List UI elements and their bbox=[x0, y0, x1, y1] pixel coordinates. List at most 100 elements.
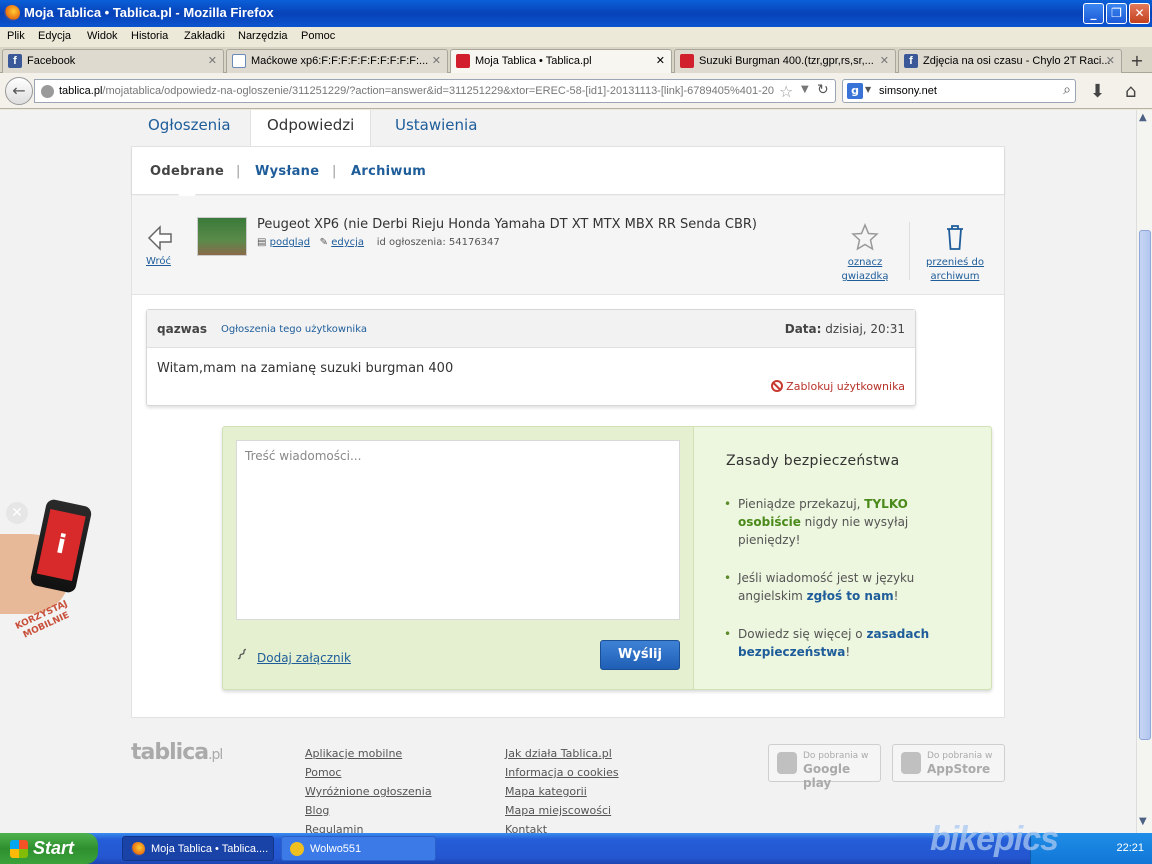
footer-link[interactable]: Jak działa Tablica.pl bbox=[505, 744, 619, 763]
scroll-down-icon[interactable]: ▼ bbox=[1139, 816, 1147, 827]
download-icon[interactable]: ⬇ bbox=[1090, 81, 1105, 102]
ad-summary: Wróć Peugeot XP6 (nie Derbi Rieju Honda … bbox=[132, 196, 1004, 295]
address-bar[interactable]: tablica.pl/mojatablica/odpowiedz-na-oglo… bbox=[34, 79, 836, 103]
footer-link[interactable]: Regulamin bbox=[305, 820, 432, 833]
new-tab-button[interactable]: + bbox=[1126, 51, 1148, 71]
footer-link[interactable]: Kontakt bbox=[505, 820, 619, 833]
start-button[interactable]: Start bbox=[0, 833, 98, 864]
report-link[interactable]: zgłoś to nam bbox=[807, 589, 894, 603]
navigation-bar: ← tablica.pl/mojatablica/odpowiedz-na-og… bbox=[0, 73, 1152, 109]
textarea-placeholder: Treść wiadomości... bbox=[245, 449, 362, 463]
footer-link[interactable]: Aplikacje mobilne bbox=[305, 744, 432, 763]
footer-link[interactable]: Mapa miejscowości bbox=[505, 801, 619, 820]
tab-mackowe[interactable]: Maćkowe xp6:F:F:F:F:F:F:F:F:F:F:... ✕ bbox=[226, 49, 448, 73]
tab-facebook[interactable]: f Facebook ✕ bbox=[2, 49, 224, 73]
close-tab-icon[interactable]: ✕ bbox=[656, 54, 665, 67]
ad-thumbnail[interactable] bbox=[197, 217, 247, 256]
taskbar-item-firefox[interactable]: Moja Tablica • Tablica.... bbox=[122, 836, 274, 861]
edit-link[interactable]: edycja bbox=[331, 237, 364, 248]
scrollbar-thumb[interactable] bbox=[1139, 230, 1151, 740]
reply-form: Treść wiadomości... ⌇ Dodaj załącznik Wyś… bbox=[222, 426, 992, 690]
footer-link[interactable]: Pomoc bbox=[305, 763, 432, 782]
footer-link[interactable]: Informacja o cookies bbox=[505, 763, 619, 782]
badge-title: AppStore bbox=[927, 762, 991, 776]
watermark: bikepics bbox=[930, 820, 1059, 858]
url-text[interactable]: tablica.pl/mojatablica/odpowiedz-na-oglo… bbox=[59, 85, 775, 97]
menu-plik[interactable]: Plik bbox=[7, 30, 25, 42]
safety-tip: Dowiedz się więcej o zasadach bezpieczeń… bbox=[724, 625, 974, 661]
search-bar[interactable]: g ▼ simsony.net ⌕ bbox=[842, 79, 1076, 103]
url-dropdown-icon[interactable]: ▼ bbox=[801, 84, 809, 95]
search-icon[interactable]: ⌕ bbox=[1063, 82, 1071, 98]
badge-caption: Do pobrania w bbox=[927, 751, 993, 761]
safety-title: Zasady bezpieczeństwa bbox=[726, 453, 900, 469]
close-tab-icon[interactable]: ✕ bbox=[208, 54, 217, 67]
close-promo-icon[interactable]: ✕ bbox=[6, 502, 28, 524]
close-window-button[interactable]: ✕ bbox=[1129, 3, 1150, 24]
taskbar-item-chat[interactable]: Wolwo551 bbox=[281, 836, 436, 861]
menu-edycja[interactable]: Edycja bbox=[38, 30, 71, 42]
tab-suzuki-burgman[interactable]: Suzuki Burgman 400.(tzr,gpr,rs,sr,... ✕ bbox=[674, 49, 896, 73]
close-tab-icon[interactable]: ✕ bbox=[880, 54, 889, 67]
sub-tabs: Odebrane | Wysłane | Archiwum bbox=[132, 147, 1004, 195]
close-tab-icon[interactable]: ✕ bbox=[432, 54, 441, 67]
bookmark-star-icon[interactable]: ☆ bbox=[779, 82, 793, 101]
back-button[interactable]: ← bbox=[5, 77, 33, 105]
mobile-promo[interactable]: ✕ i KORZYSTAJ MOBILNIE bbox=[0, 498, 100, 660]
subtab-wyslane[interactable]: Wysłane bbox=[255, 164, 319, 179]
tab-label: Zdjęcia na osi czasu - Chylo 2T Raci... bbox=[923, 55, 1111, 67]
reload-icon[interactable]: ↻ bbox=[817, 82, 829, 98]
menu-narzedzia[interactable]: Narzędzia bbox=[238, 30, 288, 42]
start-label: Start bbox=[33, 838, 75, 858]
tab-odpowiedzi[interactable]: Odpowiedzi bbox=[250, 110, 372, 146]
subtab-archiwum[interactable]: Archiwum bbox=[351, 164, 426, 179]
block-user-link[interactable]: Zablokuj użytkownika bbox=[771, 380, 905, 393]
tab-zdjecia[interactable]: f Zdjęcia na osi czasu - Chylo 2T Raci..… bbox=[898, 49, 1122, 73]
preview-link[interactable]: podgląd bbox=[270, 237, 310, 248]
ad-meta: ▤ podgląd ✎ edycja id ogłoszenia: 541763… bbox=[257, 237, 500, 248]
close-tab-icon[interactable]: ✕ bbox=[1106, 54, 1115, 67]
paperclip-icon: ⌇ bbox=[232, 644, 251, 665]
google-icon[interactable]: g bbox=[847, 83, 863, 99]
scroll-up-icon[interactable]: ▲ bbox=[1139, 112, 1147, 123]
home-icon[interactable]: ⌂ bbox=[1125, 81, 1136, 102]
sender-name: qazwas bbox=[157, 322, 207, 336]
message-textarea[interactable]: Treść wiadomości... bbox=[236, 440, 680, 620]
ad-title[interactable]: Peugeot XP6 (nie Derbi Rieju Honda Yamah… bbox=[257, 217, 757, 232]
footer-link[interactable]: Mapa kategorii bbox=[505, 782, 619, 801]
minimize-button[interactable]: _ bbox=[1083, 3, 1104, 24]
back-arrow-icon[interactable] bbox=[146, 224, 174, 252]
google-play-badge[interactable]: Do pobrania w Google play bbox=[768, 744, 881, 790]
footer-link[interactable]: Blog bbox=[305, 801, 432, 820]
menu-pomoc[interactable]: Pomoc bbox=[301, 30, 335, 42]
archive-button[interactable]: przenieś do archiwum bbox=[920, 223, 990, 284]
star-label: oznacz bbox=[847, 257, 883, 268]
search-input[interactable]: simsony.net bbox=[879, 85, 937, 97]
footer-logo[interactable]: tablica.pl bbox=[131, 740, 223, 765]
taskbar-item-label: Wolwo551 bbox=[310, 843, 362, 855]
tab-ogloszenia[interactable]: Ogłoszenia bbox=[132, 110, 247, 146]
vertical-scrollbar[interactable]: ▲ ▼ bbox=[1136, 110, 1152, 833]
safety-tip: Jeśli wiadomość jest w języku angielskim… bbox=[724, 569, 974, 605]
message-header: qazwas Ogłoszenia tego użytkownika Data:… bbox=[147, 310, 915, 348]
tab-moja-tablica[interactable]: Moja Tablica • Tablica.pl ✕ bbox=[450, 49, 672, 74]
user-ads-link[interactable]: Ogłoszenia tego użytkownika bbox=[221, 324, 367, 335]
star-button[interactable]: oznacz gwiazdką bbox=[836, 223, 894, 284]
maximize-button[interactable]: ❐ bbox=[1106, 3, 1127, 24]
send-button[interactable]: Wyślij bbox=[600, 640, 680, 670]
menu-historia[interactable]: Historia bbox=[131, 30, 168, 42]
taskbar-item-label: Moja Tablica • Tablica.... bbox=[151, 843, 269, 855]
app-store-badge[interactable]: Do pobrania w AppStore bbox=[892, 744, 1005, 782]
search-engine-dropdown-icon[interactable]: ▼ bbox=[865, 85, 871, 94]
separator: | bbox=[236, 164, 241, 179]
subtab-odebrane[interactable]: Odebrane bbox=[150, 164, 224, 179]
back-link[interactable]: Wróć bbox=[146, 256, 171, 267]
menu-widok[interactable]: Widok bbox=[87, 30, 118, 42]
facebook-icon: f bbox=[904, 54, 918, 68]
firefox-icon bbox=[131, 842, 145, 856]
tab-ustawienia[interactable]: Ustawienia bbox=[379, 110, 493, 146]
globe-icon bbox=[41, 85, 54, 98]
attach-file-link[interactable]: ⌇ Dodaj załącznik bbox=[233, 645, 351, 666]
footer-link[interactable]: Wyróżnione ogłoszenia bbox=[305, 782, 432, 801]
menu-zakladki[interactable]: Zakładki bbox=[184, 30, 225, 42]
